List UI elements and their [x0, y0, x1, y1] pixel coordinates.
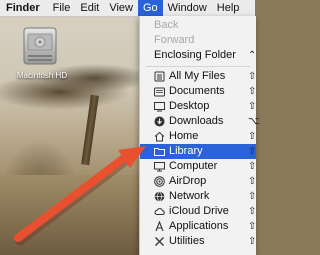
- hard-drive-icon[interactable]: [20, 24, 60, 68]
- menu-item-label: All My Files: [169, 70, 226, 82]
- applications-icon: [155, 221, 164, 232]
- menu-item-label: Documents: [169, 85, 225, 97]
- menu-item-label: Computer: [169, 160, 218, 172]
- menu-bar: Finder File Edit View Go Window Help: [0, 0, 255, 17]
- airdrop-icon: [154, 176, 165, 187]
- menu-item-forward[interactable]: Forward: [140, 33, 256, 48]
- menu-file[interactable]: File: [48, 0, 76, 16]
- shortcut-glyph: ⌃: [248, 50, 257, 61]
- menu-window[interactable]: Window: [163, 0, 212, 16]
- menu-item-label: Utilities: [169, 235, 205, 247]
- wallpaper-tree: [81, 94, 99, 166]
- shortcut-glyph: ⇧: [248, 176, 257, 187]
- shortcut-glyph: ⇧: [248, 86, 257, 97]
- shortcut-glyph: ⇧: [248, 161, 257, 172]
- network-icon: [154, 191, 165, 202]
- menu-go[interactable]: Go: [137, 0, 163, 16]
- home-icon: [154, 131, 165, 142]
- go-menu-dropdown: Back Forward Enclosing Folder ⌃ All My F…: [139, 16, 260, 255]
- hard-drive-label: Macintosh HD: [16, 71, 68, 80]
- icloud-drive-icon: [154, 208, 165, 215]
- menu-item-downloads[interactable]: Downloads ⌥: [140, 114, 260, 129]
- menu-item-airdrop[interactable]: AirDrop ⇧: [140, 174, 256, 189]
- menu-item-enclosing-folder[interactable]: Enclosing Folder ⌃: [140, 48, 256, 63]
- menu-item-label: AirDrop: [169, 175, 207, 187]
- all-my-files-icon: [154, 71, 165, 82]
- computer-icon: [154, 162, 165, 172]
- menu-item-applications[interactable]: Applications ⇧: [140, 219, 256, 234]
- menu-item-label: Library: [169, 145, 203, 157]
- shortcut-glyph: ⇧: [248, 221, 257, 232]
- shortcut-glyph: ⇧: [248, 131, 257, 142]
- wallpaper-ground: [0, 175, 140, 255]
- library-icon: [154, 148, 165, 156]
- menu-item-library[interactable]: Library ⇧: [140, 144, 256, 159]
- shortcut-glyph: ⇧: [248, 71, 257, 82]
- menu-item-label: Applications: [169, 220, 229, 232]
- menu-item-icloud-drive[interactable]: iCloud Drive ⇧: [140, 204, 256, 219]
- shortcut-glyph: ⇧: [248, 101, 257, 112]
- menu-item-computer[interactable]: Computer ⇧: [140, 159, 256, 174]
- menu-item-all-my-files[interactable]: All My Files ⇧: [140, 69, 256, 84]
- documents-icon: [154, 87, 165, 97]
- menu-view[interactable]: View: [104, 0, 138, 16]
- menu-item-back[interactable]: Back: [140, 18, 256, 33]
- menu-item-label: Enclosing Folder: [154, 49, 236, 61]
- menu-separator: [146, 66, 250, 67]
- menu-item-desktop[interactable]: Desktop ⇧: [140, 99, 256, 114]
- shortcut-glyph: ⇧: [248, 146, 257, 157]
- menu-help[interactable]: Help: [212, 0, 245, 16]
- downloads-icon: [154, 116, 165, 127]
- menu-item-label: Downloads: [169, 115, 224, 127]
- menu-item-documents[interactable]: Documents ⇧: [140, 84, 256, 99]
- menu-item-label: Network: [169, 190, 210, 202]
- utilities-icon: [155, 237, 164, 246]
- menu-finder[interactable]: Finder: [0, 0, 48, 16]
- desktop-icon: [154, 102, 165, 112]
- shortcut-glyph: ⇧: [248, 191, 257, 202]
- menu-item-label: Home: [169, 130, 199, 142]
- menu-item-home[interactable]: Home ⇧: [140, 129, 256, 144]
- menu-item-label: Forward: [154, 34, 195, 46]
- shortcut-glyph: ⇧: [248, 236, 257, 247]
- menu-item-label: iCloud Drive: [169, 205, 229, 217]
- menu-edit[interactable]: Edit: [75, 0, 104, 16]
- shortcut-glyph: ⇧: [248, 206, 257, 217]
- menu-item-utilities[interactable]: Utilities ⇧: [140, 234, 256, 249]
- shortcut-glyph: ⌥: [248, 116, 260, 127]
- menu-item-label: Back: [154, 19, 179, 31]
- menu-item-label: Desktop: [169, 100, 210, 112]
- menu-item-network[interactable]: Network ⇧: [140, 189, 256, 204]
